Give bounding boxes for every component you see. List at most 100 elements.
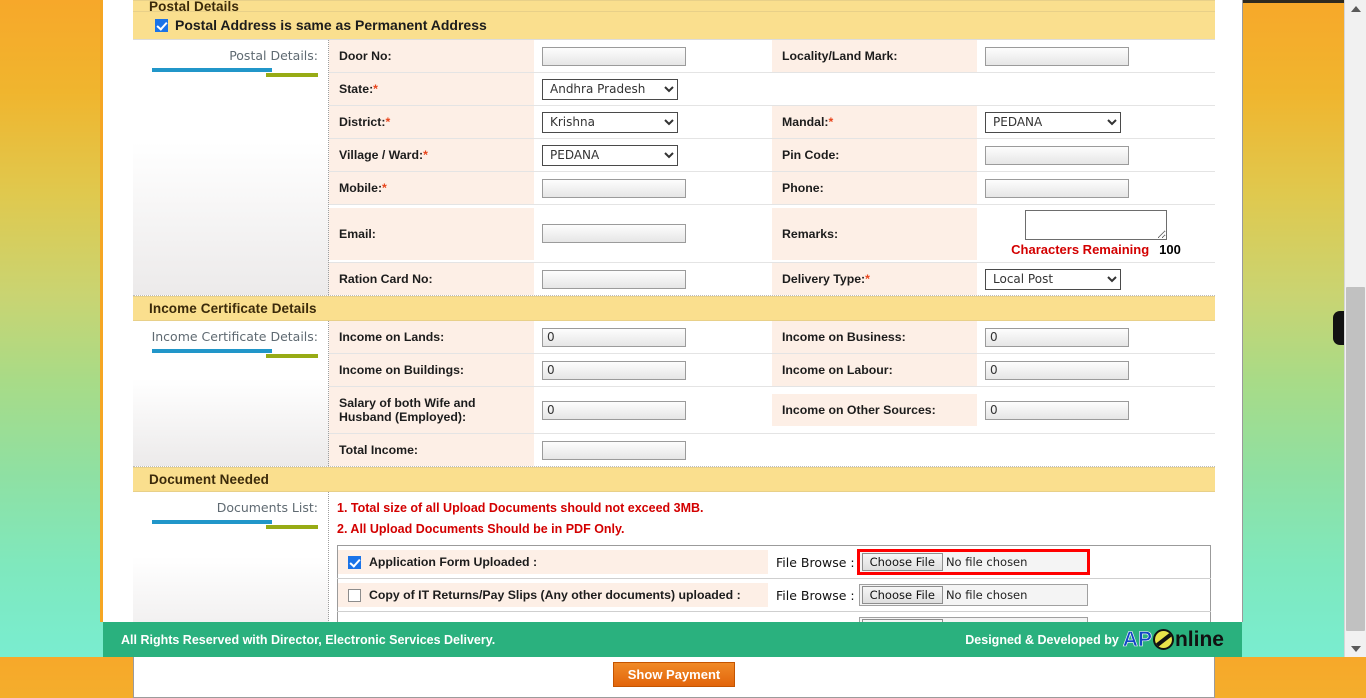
label-text: Email:	[339, 226, 376, 241]
total-income-input[interactable]	[542, 440, 686, 460]
state-select[interactable]: Andhra Pradesh	[542, 78, 678, 100]
documents-note-2: 2. All Upload Documents Should be in PDF…	[337, 522, 625, 536]
characters-remaining: Characters Remaining 100	[1011, 242, 1181, 257]
field-control: Local Post	[977, 263, 1215, 295]
postal-fields-grid: Door No: Locality/Land Mark: State: * An…	[329, 40, 1215, 295]
phone-input[interactable]	[985, 178, 1129, 198]
postal-same-as-permanent-label: Postal Address is same as Permanent Addr…	[175, 17, 487, 33]
label-text: Mandal:	[782, 115, 829, 129]
field-label: Door No:	[329, 40, 534, 72]
label-text: Delivery Type:	[782, 272, 866, 286]
field-pin-code: Pin Code:	[772, 139, 1215, 172]
document-name-cell: Copy of IT Returns/Pay Slips (Any other …	[337, 578, 768, 612]
field-label: Ration Card No:	[329, 263, 534, 295]
pin-code-input[interactable]	[985, 145, 1129, 165]
field-control	[977, 41, 1215, 71]
field-salary-wife-husband: Salary of both Wife and Husband (Employe…	[329, 387, 772, 434]
field-control	[534, 322, 772, 352]
field-label: Locality/Land Mark:	[772, 40, 977, 72]
label-text: Pin Code:	[782, 148, 840, 162]
documents-note-1: 1. Total size of all Upload Documents sh…	[337, 501, 704, 515]
payment-action-row: Show Payment	[133, 653, 1215, 698]
ration-card-no-input[interactable]	[542, 269, 686, 289]
document-label: Application Form Uploaded :	[369, 555, 538, 569]
scroll-up-arrow-icon[interactable]	[1345, 0, 1366, 17]
field-label: Remarks:	[772, 207, 977, 260]
underline-bar-olive	[266, 354, 318, 358]
village-ward-select[interactable]: PEDANA	[542, 144, 678, 166]
salary-wife-husband-input[interactable]	[542, 400, 686, 420]
table-row: Copy of IT Returns/Pay Slips (Any other …	[337, 578, 1211, 612]
income-on-lands-input[interactable]	[542, 327, 686, 347]
field-label: Village / Ward: *	[329, 139, 534, 171]
income-on-labour-input[interactable]	[985, 360, 1129, 380]
field-control	[977, 173, 1215, 203]
blank-label	[772, 74, 977, 104]
label-text: Remarks:	[782, 226, 839, 241]
field-control: PEDANA	[977, 106, 1215, 138]
district-select[interactable]: Krishna	[542, 111, 678, 133]
delivery-type-select[interactable]: Local Post	[985, 268, 1121, 290]
logo-nline-text: nline	[1174, 628, 1224, 651]
label-text: District:	[339, 115, 386, 129]
label-text: State:	[339, 82, 374, 96]
show-payment-button[interactable]: Show Payment	[612, 662, 736, 687]
aponline-logo: AP nline	[1122, 628, 1224, 651]
mandal-select[interactable]: PEDANA	[985, 111, 1121, 133]
postal-details-block: Postal Details: Door No: Locality/Land M…	[133, 40, 1215, 296]
choose-file-button[interactable]: Choose File	[861, 586, 943, 604]
scroll-down-arrow-icon[interactable]	[1345, 640, 1366, 657]
postal-same-as-permanent-checkbox[interactable]	[155, 18, 168, 32]
field-label: District: *	[329, 106, 534, 138]
application-form-uploaded-checkbox[interactable]	[348, 555, 361, 569]
door-no-input[interactable]	[542, 46, 686, 66]
footer-byline: Designed & Developed by	[965, 632, 1119, 647]
label-text: Ration Card No:	[339, 272, 433, 286]
field-label: Income on Other Sources:	[772, 394, 977, 426]
postal-same-as-permanent-row[interactable]: Postal Address is same as Permanent Addr…	[133, 12, 1215, 40]
field-control	[977, 140, 1215, 170]
field-income-on-buildings: Income on Buildings:	[329, 354, 772, 387]
mobile-input[interactable]	[542, 178, 686, 198]
section-header-income-certificate-details: Income Certificate Details	[133, 296, 1215, 321]
field-control: Characters Remaining 100	[977, 205, 1215, 262]
label-text: Income on Lands:	[339, 330, 445, 344]
characters-remaining-value: 100	[1159, 242, 1181, 257]
field-mobile: Mobile: *	[329, 172, 772, 205]
triangle-down-icon	[1350, 645, 1361, 652]
label-text: Income on Buildings:	[339, 363, 465, 377]
footer-credits: Designed & Developed by AP nline	[965, 628, 1224, 651]
page-scrollbar[interactable]	[1344, 0, 1366, 657]
income-caption-text: Income Certificate Details:	[151, 329, 318, 344]
required-asterisk: *	[385, 115, 391, 129]
choose-file-button[interactable]: Choose File	[861, 553, 943, 571]
label-text: Income on Other Sources:	[782, 403, 936, 417]
field-district: District: * Krishna	[329, 106, 772, 139]
field-label: State: *	[329, 73, 534, 105]
field-label: Delivery Type: *	[772, 263, 977, 295]
field-label: Income on Buildings:	[329, 354, 534, 386]
field-label: Mobile: *	[329, 172, 534, 204]
email-input[interactable]	[542, 224, 686, 243]
label-text: Locality/Land Mark:	[782, 49, 898, 63]
field-income-on-labour: Income on Labour:	[772, 354, 1215, 387]
file-input-it-returns[interactable]: Choose File No file chosen	[858, 584, 1089, 606]
field-control	[534, 41, 772, 71]
remarks-textarea[interactable]	[1025, 210, 1167, 240]
income-on-business-input[interactable]	[985, 327, 1129, 347]
field-label: Email:	[329, 207, 534, 260]
field-label: Total Income:	[329, 434, 534, 466]
file-input-application-form[interactable]: Choose File No file chosen	[856, 549, 1091, 575]
scrollbar-thumb[interactable]	[1346, 287, 1365, 631]
caption-underline-bars	[133, 520, 318, 529]
field-control	[534, 264, 772, 294]
income-on-other-sources-input[interactable]	[985, 400, 1129, 420]
file-browse-label: File Browse :	[776, 587, 855, 603]
field-delivery-type: Delivery Type: * Local Post	[772, 263, 1215, 295]
locality-landmark-input[interactable]	[985, 46, 1129, 66]
postal-caption-text: Postal Details:	[229, 48, 318, 63]
field-total-income: Total Income:	[329, 434, 772, 466]
income-on-buildings-input[interactable]	[542, 360, 686, 380]
label-text: Salary of both Wife and Husband (Employe…	[339, 396, 476, 424]
it-returns-uploaded-checkbox[interactable]	[348, 588, 361, 602]
